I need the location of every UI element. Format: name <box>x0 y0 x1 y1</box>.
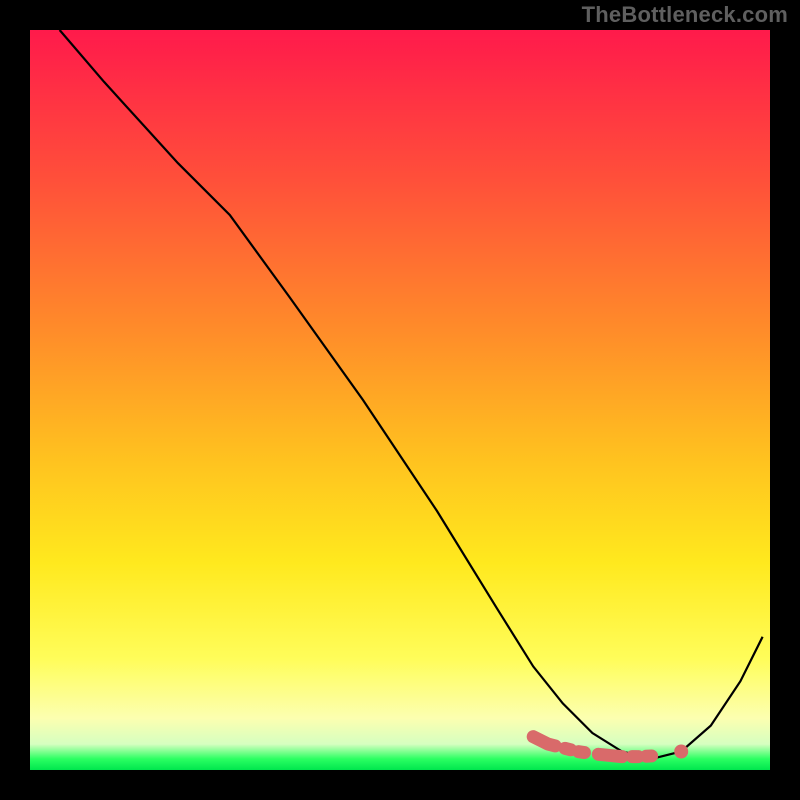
plot-background <box>30 30 770 770</box>
bottleneck-chart <box>0 0 800 800</box>
optimal-dot <box>674 745 688 759</box>
watermark-text: TheBottleneck.com <box>582 2 788 28</box>
chart-frame: TheBottleneck.com <box>0 0 800 800</box>
